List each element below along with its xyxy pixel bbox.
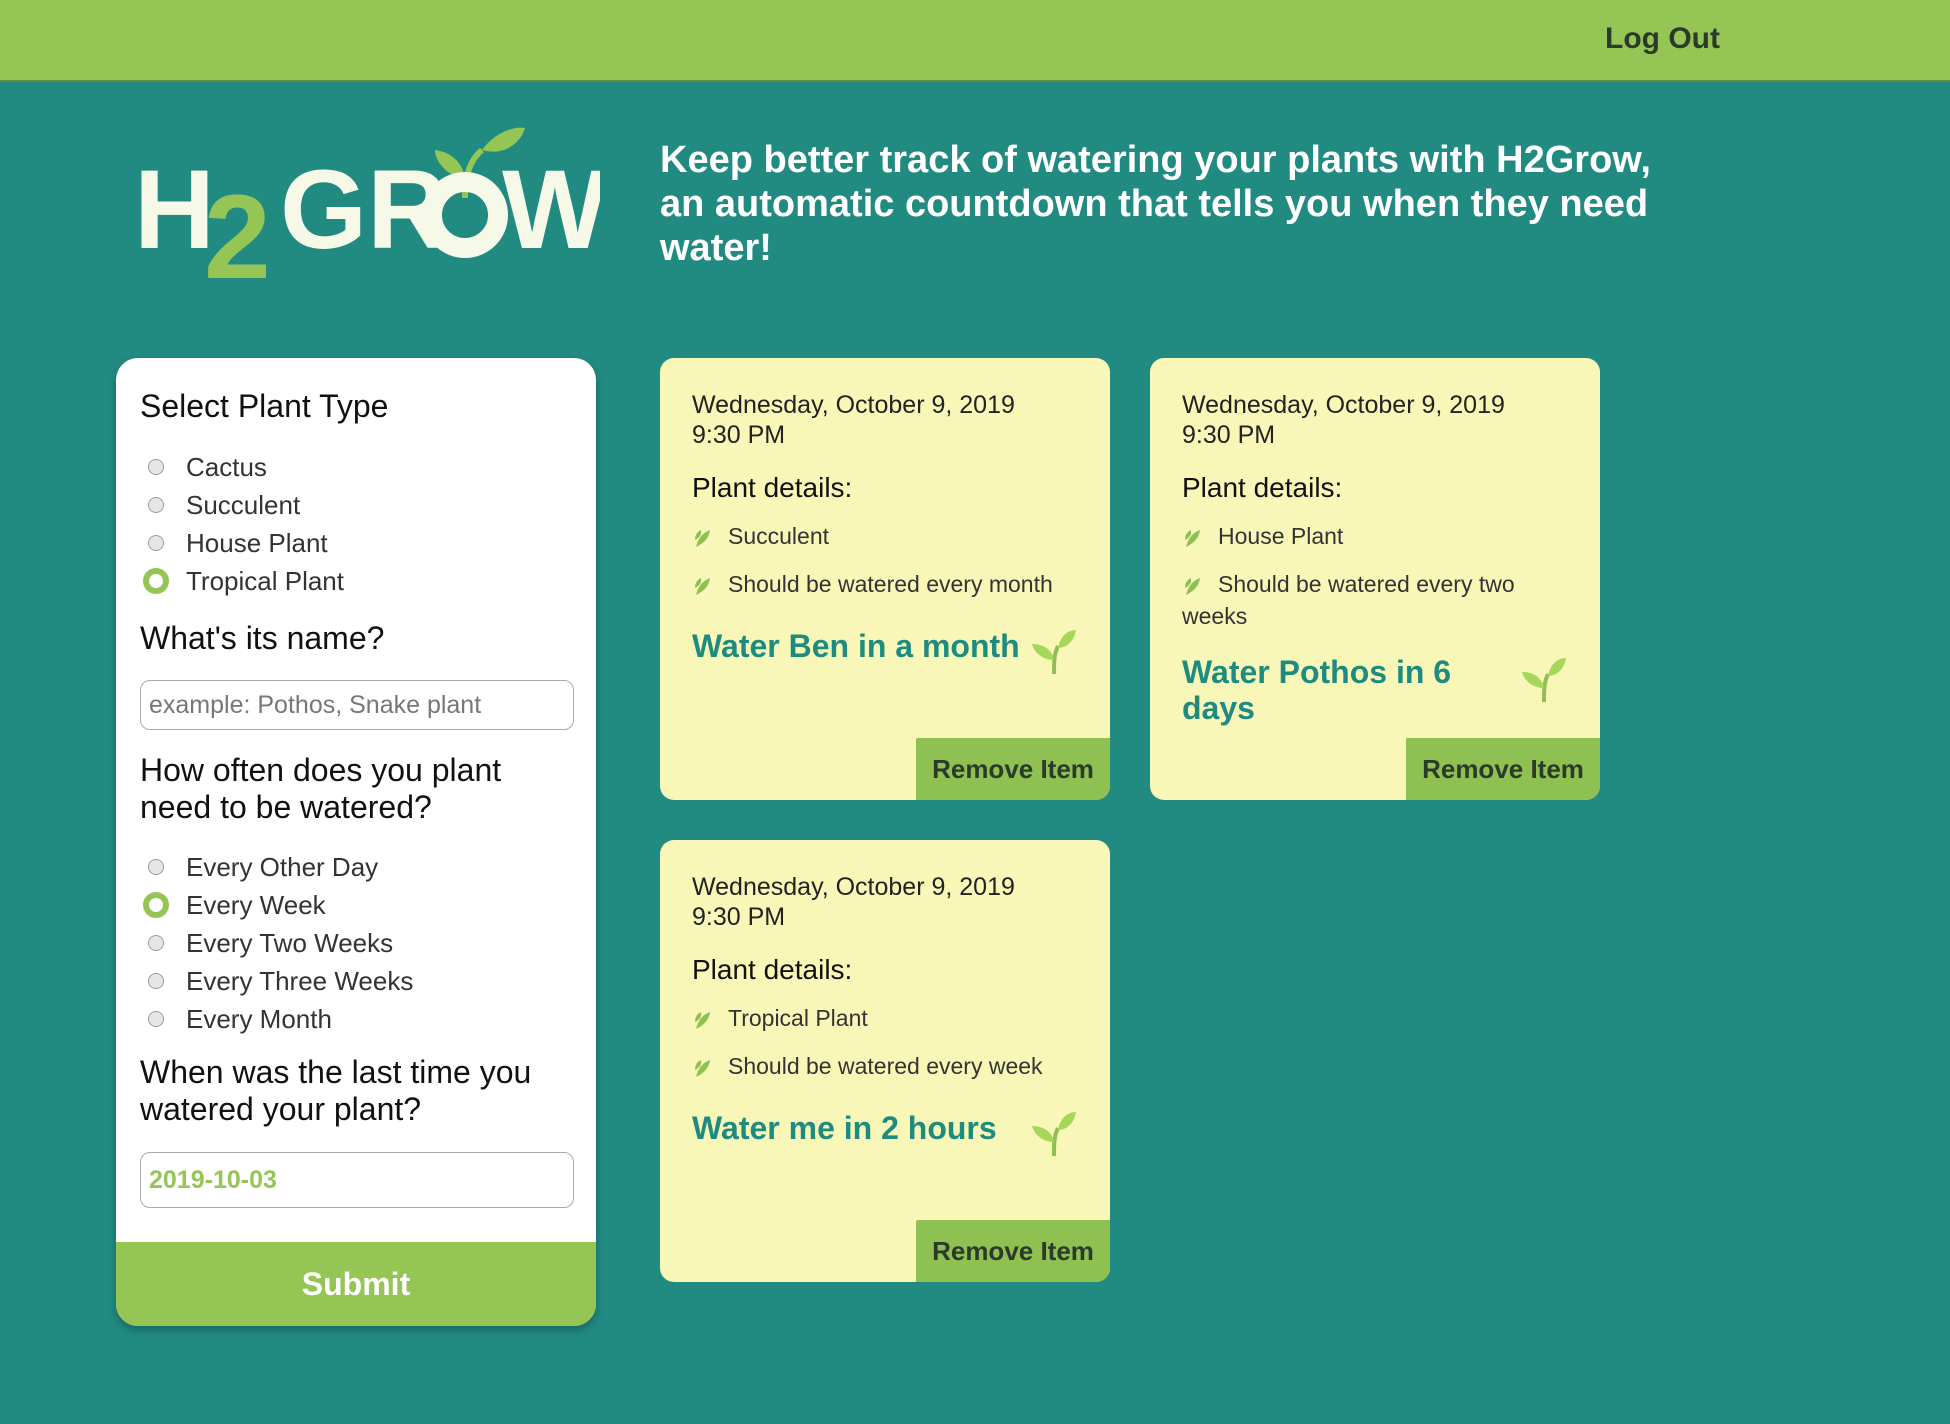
sprout-icon bbox=[1522, 658, 1566, 703]
details-title: Plant details: bbox=[692, 954, 853, 985]
radio-every-three-weeks[interactable]: Every Three Weeks bbox=[146, 964, 413, 998]
radio-every-month[interactable]: Every Month bbox=[146, 1002, 332, 1036]
detail-plant-type: House Plant bbox=[1182, 520, 1582, 552]
detail-text: House Plant bbox=[1218, 523, 1344, 549]
radio-tropical-plant[interactable]: Tropical Plant bbox=[143, 564, 344, 598]
plant-card: Wednesday, October 9, 2019 9:30 PM Plant… bbox=[660, 358, 1110, 800]
detail-plant-type: Tropical Plant bbox=[692, 1002, 1092, 1034]
radio-label: Cactus bbox=[186, 451, 267, 482]
radio-every-other-day[interactable]: Every Other Day bbox=[146, 850, 378, 884]
last-watered-date-input[interactable] bbox=[140, 1152, 574, 1208]
detail-text: Tropical Plant bbox=[728, 1005, 868, 1031]
detail-text: Succulent bbox=[728, 523, 830, 549]
card-time: 9:30 PM bbox=[1182, 421, 1276, 449]
remove-item-button[interactable]: Remove Item bbox=[916, 1220, 1110, 1282]
card-time: 9:30 PM bbox=[692, 421, 786, 449]
frequency-heading: How often does you plant need to be wate… bbox=[140, 752, 502, 825]
detail-text: Should be watered every two weeks bbox=[1182, 571, 1515, 629]
radio-button-checked[interactable] bbox=[143, 568, 169, 594]
card-date: Wednesday, October 9, 2019 bbox=[1182, 391, 1505, 419]
card-date: Wednesday, October 9, 2019 bbox=[692, 873, 1015, 901]
radio-button[interactable] bbox=[148, 935, 164, 951]
radio-every-week[interactable]: Every Week bbox=[143, 888, 326, 922]
logout-button[interactable]: Log Out bbox=[1605, 22, 1720, 56]
plant-card: Wednesday, October 9, 2019 9:30 PM Plant… bbox=[660, 840, 1110, 1282]
detail-text: Should be watered every week bbox=[728, 1053, 1043, 1079]
logo: H 2 GR W bbox=[130, 120, 608, 304]
remove-item-button[interactable]: Remove Item bbox=[1406, 738, 1600, 800]
add-plant-form: Select Plant Type Cactus Succulent House… bbox=[116, 358, 596, 1326]
radio-cactus[interactable]: Cactus bbox=[146, 450, 267, 484]
top-bar: Log Out bbox=[0, 0, 1950, 82]
details-title: Plant details: bbox=[692, 472, 853, 503]
radio-every-two-weeks[interactable]: Every Two Weeks bbox=[146, 926, 393, 960]
last-watered-heading: When was the last time you watered your … bbox=[140, 1054, 532, 1127]
radio-button[interactable] bbox=[148, 497, 164, 513]
leaf-icon bbox=[695, 1011, 710, 1029]
name-heading: What's its name? bbox=[140, 620, 385, 656]
radio-button[interactable] bbox=[148, 1011, 164, 1027]
submit-button[interactable]: Submit bbox=[116, 1242, 596, 1326]
card-datetime: Wednesday, October 9, 2019 9:30 PM bbox=[692, 872, 1015, 932]
svg-text:2: 2 bbox=[204, 170, 271, 290]
radio-label: Succulent bbox=[186, 489, 301, 520]
h2grow-logo-icon: H 2 GR W bbox=[134, 127, 608, 304]
leaf-icon bbox=[695, 1059, 710, 1077]
radio-label: Every Three Weeks bbox=[186, 965, 414, 996]
svg-text:H: H bbox=[134, 147, 215, 272]
detail-plant-type: Succulent bbox=[692, 520, 1092, 552]
detail-frequency: Should be watered every month bbox=[692, 568, 1092, 600]
leaf-icon bbox=[1185, 577, 1200, 595]
radio-button[interactable] bbox=[148, 973, 164, 989]
svg-text:W: W bbox=[502, 147, 600, 272]
card-time: 9:30 PM bbox=[692, 903, 786, 931]
sprout-icon bbox=[1032, 630, 1076, 675]
plant-name-input[interactable] bbox=[140, 680, 574, 730]
card-datetime: Wednesday, October 9, 2019 9:30 PM bbox=[692, 390, 1015, 450]
radio-succulent[interactable]: Succulent bbox=[146, 488, 300, 522]
detail-text: Should be watered every month bbox=[728, 571, 1053, 597]
remove-item-button[interactable]: Remove Item bbox=[916, 738, 1110, 800]
radio-button[interactable] bbox=[148, 459, 164, 475]
sprout-icon bbox=[1032, 1112, 1076, 1157]
radio-button[interactable] bbox=[148, 859, 164, 875]
radio-label: Every Two Weeks bbox=[186, 927, 394, 958]
radio-label: House Plant bbox=[186, 527, 328, 558]
radio-button[interactable] bbox=[148, 535, 164, 551]
plant-type-heading: Select Plant Type bbox=[140, 388, 389, 424]
card-date: Wednesday, October 9, 2019 bbox=[692, 391, 1015, 419]
detail-frequency: Should be watered every week bbox=[692, 1050, 1092, 1082]
countdown-text: Water Ben in a month bbox=[692, 628, 1020, 664]
card-datetime: Wednesday, October 9, 2019 9:30 PM bbox=[1182, 390, 1505, 450]
radio-label: Tropical Plant bbox=[186, 565, 344, 596]
leaf-icon bbox=[695, 529, 710, 547]
countdown-text: Water me in 2 hours bbox=[692, 1110, 997, 1146]
radio-label: Every Month bbox=[186, 1003, 332, 1034]
radio-house-plant[interactable]: House Plant bbox=[146, 526, 328, 560]
detail-frequency: Should be watered every two weeks bbox=[1182, 568, 1582, 632]
radio-button-checked[interactable] bbox=[143, 892, 169, 918]
tagline: Keep better track of watering your plant… bbox=[660, 139, 1651, 269]
leaf-icon bbox=[695, 577, 710, 595]
leaf-icon bbox=[1185, 529, 1200, 547]
plant-card: Wednesday, October 9, 2019 9:30 PM Plant… bbox=[1150, 358, 1600, 800]
countdown-text: Water Pothos in 6 days bbox=[1182, 654, 1452, 726]
details-title: Plant details: bbox=[1182, 472, 1343, 503]
radio-label: Every Week bbox=[186, 889, 326, 920]
radio-label: Every Other Day bbox=[186, 851, 379, 882]
